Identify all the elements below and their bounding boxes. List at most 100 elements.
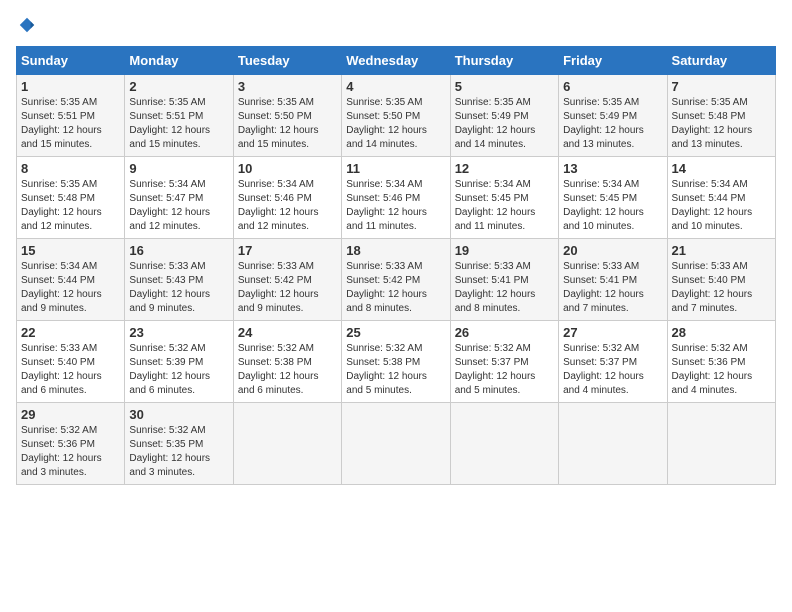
calendar-cell: 27 Sunrise: 5:32 AMSunset: 5:37 PMDaylig… — [559, 321, 667, 403]
day-info: Sunrise: 5:34 AMSunset: 5:46 PMDaylight:… — [238, 178, 337, 234]
day-number: 10 — [238, 161, 337, 176]
day-number: 29 — [21, 407, 120, 422]
day-info: Sunrise: 5:34 AMSunset: 5:46 PMDaylight:… — [346, 178, 445, 234]
day-number: 8 — [21, 161, 120, 176]
calendar-cell: 5 Sunrise: 5:35 AMSunset: 5:49 PMDayligh… — [450, 75, 558, 157]
weekday-header-wednesday: Wednesday — [342, 47, 450, 75]
day-number: 27 — [563, 325, 662, 340]
day-number: 14 — [672, 161, 771, 176]
calendar-cell: 6 Sunrise: 5:35 AMSunset: 5:49 PMDayligh… — [559, 75, 667, 157]
calendar-cell: 22 Sunrise: 5:33 AMSunset: 5:40 PMDaylig… — [17, 321, 125, 403]
day-number: 24 — [238, 325, 337, 340]
calendar-cell: 25 Sunrise: 5:32 AMSunset: 5:38 PMDaylig… — [342, 321, 450, 403]
day-info: Sunrise: 5:34 AMSunset: 5:44 PMDaylight:… — [672, 178, 771, 234]
calendar-table: SundayMondayTuesdayWednesdayThursdayFrid… — [16, 46, 776, 485]
day-info: Sunrise: 5:32 AMSunset: 5:36 PMDaylight:… — [21, 424, 120, 480]
day-number: 17 — [238, 243, 337, 258]
day-number: 11 — [346, 161, 445, 176]
day-info: Sunrise: 5:34 AMSunset: 5:45 PMDaylight:… — [455, 178, 554, 234]
day-info: Sunrise: 5:32 AMSunset: 5:37 PMDaylight:… — [563, 342, 662, 398]
calendar-cell — [233, 403, 341, 485]
day-info: Sunrise: 5:32 AMSunset: 5:36 PMDaylight:… — [672, 342, 771, 398]
day-info: Sunrise: 5:34 AMSunset: 5:47 PMDaylight:… — [129, 178, 228, 234]
calendar-cell: 18 Sunrise: 5:33 AMSunset: 5:42 PMDaylig… — [342, 239, 450, 321]
day-number: 16 — [129, 243, 228, 258]
day-info: Sunrise: 5:35 AMSunset: 5:48 PMDaylight:… — [21, 178, 120, 234]
weekday-header-saturday: Saturday — [667, 47, 775, 75]
day-info: Sunrise: 5:35 AMSunset: 5:51 PMDaylight:… — [21, 96, 120, 152]
day-info: Sunrise: 5:35 AMSunset: 5:51 PMDaylight:… — [129, 96, 228, 152]
calendar-cell: 4 Sunrise: 5:35 AMSunset: 5:50 PMDayligh… — [342, 75, 450, 157]
day-number: 4 — [346, 79, 445, 94]
calendar-cell: 29 Sunrise: 5:32 AMSunset: 5:36 PMDaylig… — [17, 403, 125, 485]
calendar-cell: 7 Sunrise: 5:35 AMSunset: 5:48 PMDayligh… — [667, 75, 775, 157]
day-info: Sunrise: 5:33 AMSunset: 5:41 PMDaylight:… — [563, 260, 662, 316]
day-info: Sunrise: 5:33 AMSunset: 5:42 PMDaylight:… — [238, 260, 337, 316]
calendar-cell — [667, 403, 775, 485]
calendar-cell: 28 Sunrise: 5:32 AMSunset: 5:36 PMDaylig… — [667, 321, 775, 403]
day-number: 23 — [129, 325, 228, 340]
day-number: 2 — [129, 79, 228, 94]
calendar-cell: 16 Sunrise: 5:33 AMSunset: 5:43 PMDaylig… — [125, 239, 233, 321]
day-number: 25 — [346, 325, 445, 340]
day-info: Sunrise: 5:35 AMSunset: 5:49 PMDaylight:… — [563, 96, 662, 152]
calendar-cell: 14 Sunrise: 5:34 AMSunset: 5:44 PMDaylig… — [667, 157, 775, 239]
day-number: 19 — [455, 243, 554, 258]
day-info: Sunrise: 5:33 AMSunset: 5:41 PMDaylight:… — [455, 260, 554, 316]
day-number: 3 — [238, 79, 337, 94]
weekday-header-friday: Friday — [559, 47, 667, 75]
day-number: 30 — [129, 407, 228, 422]
calendar-cell: 9 Sunrise: 5:34 AMSunset: 5:47 PMDayligh… — [125, 157, 233, 239]
day-info: Sunrise: 5:33 AMSunset: 5:42 PMDaylight:… — [346, 260, 445, 316]
day-number: 21 — [672, 243, 771, 258]
day-number: 7 — [672, 79, 771, 94]
day-info: Sunrise: 5:34 AMSunset: 5:45 PMDaylight:… — [563, 178, 662, 234]
calendar-cell: 26 Sunrise: 5:32 AMSunset: 5:37 PMDaylig… — [450, 321, 558, 403]
calendar-cell — [559, 403, 667, 485]
calendar-cell: 24 Sunrise: 5:32 AMSunset: 5:38 PMDaylig… — [233, 321, 341, 403]
day-number: 13 — [563, 161, 662, 176]
day-number: 15 — [21, 243, 120, 258]
calendar-cell: 8 Sunrise: 5:35 AMSunset: 5:48 PMDayligh… — [17, 157, 125, 239]
day-info: Sunrise: 5:35 AMSunset: 5:50 PMDaylight:… — [346, 96, 445, 152]
day-info: Sunrise: 5:33 AMSunset: 5:40 PMDaylight:… — [21, 342, 120, 398]
day-number: 20 — [563, 243, 662, 258]
day-info: Sunrise: 5:32 AMSunset: 5:38 PMDaylight:… — [346, 342, 445, 398]
day-number: 6 — [563, 79, 662, 94]
calendar-cell: 13 Sunrise: 5:34 AMSunset: 5:45 PMDaylig… — [559, 157, 667, 239]
logo — [16, 16, 36, 34]
calendar-cell: 15 Sunrise: 5:34 AMSunset: 5:44 PMDaylig… — [17, 239, 125, 321]
day-number: 22 — [21, 325, 120, 340]
day-info: Sunrise: 5:34 AMSunset: 5:44 PMDaylight:… — [21, 260, 120, 316]
day-number: 18 — [346, 243, 445, 258]
calendar-cell: 21 Sunrise: 5:33 AMSunset: 5:40 PMDaylig… — [667, 239, 775, 321]
calendar-cell — [450, 403, 558, 485]
calendar-cell: 17 Sunrise: 5:33 AMSunset: 5:42 PMDaylig… — [233, 239, 341, 321]
day-info: Sunrise: 5:33 AMSunset: 5:43 PMDaylight:… — [129, 260, 228, 316]
day-number: 12 — [455, 161, 554, 176]
day-info: Sunrise: 5:33 AMSunset: 5:40 PMDaylight:… — [672, 260, 771, 316]
weekday-header-thursday: Thursday — [450, 47, 558, 75]
day-number: 26 — [455, 325, 554, 340]
calendar-cell: 11 Sunrise: 5:34 AMSunset: 5:46 PMDaylig… — [342, 157, 450, 239]
calendar-cell: 23 Sunrise: 5:32 AMSunset: 5:39 PMDaylig… — [125, 321, 233, 403]
calendar-cell: 10 Sunrise: 5:34 AMSunset: 5:46 PMDaylig… — [233, 157, 341, 239]
day-info: Sunrise: 5:32 AMSunset: 5:37 PMDaylight:… — [455, 342, 554, 398]
calendar-cell — [342, 403, 450, 485]
weekday-header-monday: Monday — [125, 47, 233, 75]
day-info: Sunrise: 5:35 AMSunset: 5:50 PMDaylight:… — [238, 96, 337, 152]
calendar-cell: 2 Sunrise: 5:35 AMSunset: 5:51 PMDayligh… — [125, 75, 233, 157]
day-info: Sunrise: 5:32 AMSunset: 5:38 PMDaylight:… — [238, 342, 337, 398]
day-number: 1 — [21, 79, 120, 94]
weekday-header-tuesday: Tuesday — [233, 47, 341, 75]
day-info: Sunrise: 5:35 AMSunset: 5:48 PMDaylight:… — [672, 96, 771, 152]
calendar-cell: 1 Sunrise: 5:35 AMSunset: 5:51 PMDayligh… — [17, 75, 125, 157]
calendar-cell: 3 Sunrise: 5:35 AMSunset: 5:50 PMDayligh… — [233, 75, 341, 157]
day-info: Sunrise: 5:35 AMSunset: 5:49 PMDaylight:… — [455, 96, 554, 152]
calendar-cell: 30 Sunrise: 5:32 AMSunset: 5:35 PMDaylig… — [125, 403, 233, 485]
calendar-cell: 20 Sunrise: 5:33 AMSunset: 5:41 PMDaylig… — [559, 239, 667, 321]
day-info: Sunrise: 5:32 AMSunset: 5:39 PMDaylight:… — [129, 342, 228, 398]
day-number: 5 — [455, 79, 554, 94]
calendar-cell: 12 Sunrise: 5:34 AMSunset: 5:45 PMDaylig… — [450, 157, 558, 239]
calendar-cell: 19 Sunrise: 5:33 AMSunset: 5:41 PMDaylig… — [450, 239, 558, 321]
